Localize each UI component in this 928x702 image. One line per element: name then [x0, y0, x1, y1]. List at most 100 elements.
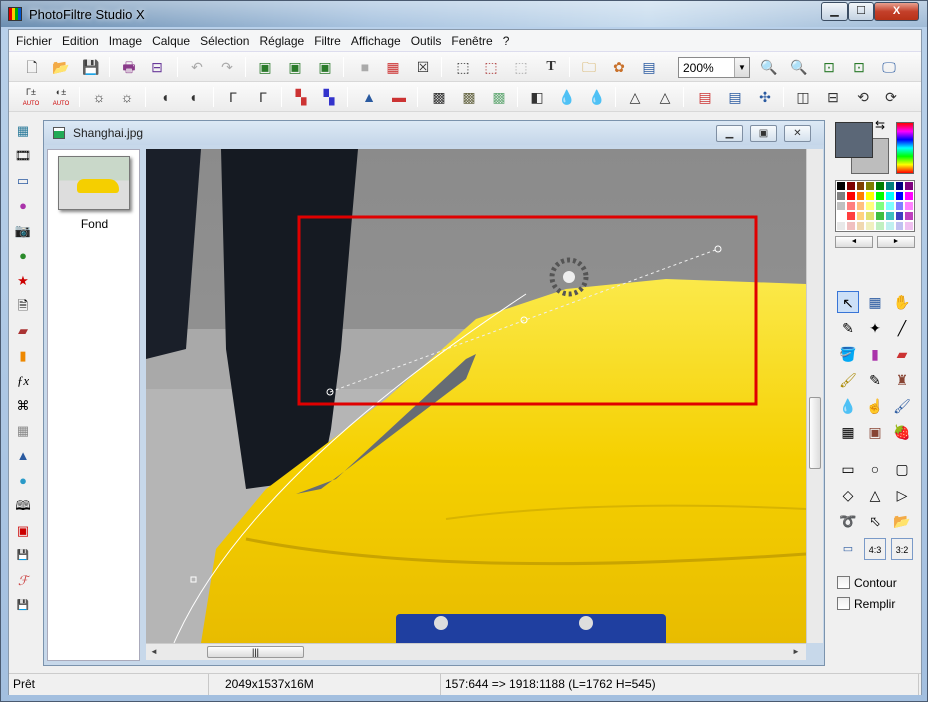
color-filter-icon[interactable]: ▤ [695, 87, 715, 107]
color-palette[interactable] [835, 180, 915, 232]
palette-swatch[interactable] [904, 221, 914, 231]
fit-window-icon[interactable]: ⊡ [849, 57, 869, 77]
explorer-icon[interactable]: 🗀 [579, 57, 599, 77]
gamma-minus-icon[interactable]: Γ [223, 87, 243, 107]
triangle-select-icon[interactable]: △ [864, 484, 886, 506]
view-tool-icon[interactable]: ▦ [864, 291, 886, 313]
hand-tool-icon[interactable]: ✋ [891, 291, 913, 313]
film-icon[interactable]: 🎞 [14, 147, 32, 165]
palette-swatch[interactable] [894, 191, 905, 201]
rotate-right-icon[interactable]: ⟳ [881, 87, 901, 107]
scroll-right-icon[interactable]: ► [792, 647, 800, 656]
contrast-minus-icon[interactable]: ◖ [155, 87, 175, 107]
horizontal-scrollbar[interactable]: ◄ ||| ► [146, 643, 806, 660]
globe-icon[interactable]: ● [14, 247, 32, 265]
menu-help[interactable]: ? [498, 30, 515, 48]
palette-swatch[interactable] [865, 201, 875, 211]
palette-swatch[interactable] [845, 211, 856, 221]
frame-icon[interactable]: ▣ [14, 522, 32, 540]
window-icon[interactable]: ▤ [639, 57, 659, 77]
function-icon[interactable]: ƒx [14, 372, 32, 390]
sepia-icon[interactable]: ▩ [459, 87, 479, 107]
title-bar[interactable]: PhotoFiltre Studio X ▁ ☐ X [1, 1, 927, 27]
scroll-thumb[interactable]: ||| [207, 646, 304, 658]
contour-checkbox[interactable] [837, 576, 850, 589]
monitor-icon[interactable]: ▭ [14, 172, 32, 190]
close-button[interactable]: X [874, 2, 919, 21]
clone-brush-icon[interactable]: 🖌 [891, 395, 913, 417]
new-file-icon[interactable]: 🗋 [22, 57, 42, 77]
camera-icon[interactable]: 📷 [14, 222, 32, 240]
zoom-select[interactable]: 200% ▼ [678, 57, 750, 78]
swap-colors-icon[interactable]: ⇆ [875, 118, 885, 132]
save-2000-icon[interactable]: 💾 [14, 547, 32, 565]
menu-outils[interactable]: Outils [406, 30, 447, 48]
palette-swatch[interactable] [836, 191, 846, 201]
actual-size-icon[interactable]: ⊡ [819, 57, 839, 77]
stamp-icon[interactable]: ♜ [891, 369, 913, 391]
pattern-icon[interactable]: ⌘ [14, 397, 32, 415]
palette-swatch[interactable] [875, 211, 885, 221]
blur-icon[interactable]: 💧 [557, 87, 577, 107]
palette-swatch[interactable] [884, 191, 895, 201]
saturation-plus-icon[interactable]: ▚ [319, 87, 339, 107]
zoom-out-icon[interactable]: 🔍 [789, 57, 809, 77]
palette-swatch[interactable] [875, 221, 885, 231]
palette-swatch[interactable] [875, 181, 885, 191]
magic-wand-icon[interactable]: ✦ [864, 317, 886, 339]
palette-swatch[interactable] [894, 221, 905, 231]
ratio-3-2-icon[interactable]: 3:2 [891, 538, 913, 560]
menu-reglage[interactable]: Réglage [254, 30, 309, 48]
sharpen-more-icon[interactable]: △ [655, 87, 675, 107]
color-spectrum[interactable] [896, 122, 914, 174]
save-icon[interactable]: 💾 [81, 57, 101, 77]
rotate-left-icon[interactable]: ⟲ [853, 87, 873, 107]
palette-swatch[interactable] [836, 211, 846, 221]
dither-icon[interactable]: ▩ [429, 87, 449, 107]
scroll-thumb[interactable] [809, 397, 821, 469]
flip-horizontal-icon[interactable]: ◫ [793, 87, 813, 107]
maximize-button[interactable]: ☐ [848, 2, 874, 21]
open-folder-icon[interactable]: 📂 [51, 57, 71, 77]
doc-minimize-button[interactable]: ▁ [716, 125, 743, 142]
scroll-left-icon[interactable]: ◄ [150, 647, 158, 656]
print-icon[interactable]: 🖶 [119, 57, 139, 77]
effects-icon[interactable]: ✣ [755, 87, 775, 107]
calculator-icon[interactable]: ▦ [14, 122, 32, 140]
palette-swatch[interactable] [865, 211, 875, 221]
lasso-icon[interactable]: ➰ [837, 510, 859, 532]
palette-next-button[interactable]: ► [877, 236, 915, 248]
menu-fenetre[interactable]: Fenêtre [446, 30, 497, 48]
noise-icon[interactable]: ▩ [489, 87, 509, 107]
palette-swatch[interactable] [884, 201, 895, 211]
image-size-icon[interactable]: ⬚ [453, 57, 473, 77]
menu-selection[interactable]: Sélection [195, 30, 254, 48]
note-icon[interactable]: 🗎 [14, 297, 32, 315]
palette-swatch[interactable] [894, 211, 905, 221]
paste-new-icon[interactable]: ▣ [315, 57, 335, 77]
finger-icon[interactable]: ☝ [864, 395, 886, 417]
menu-edition[interactable]: Edition [57, 30, 104, 48]
rounded-rect-select-icon[interactable]: ▢ [891, 458, 913, 480]
advanced-brush-icon[interactable]: ✎ [864, 369, 886, 391]
gamma-plus-icon[interactable]: Γ [253, 87, 273, 107]
spray-icon[interactable]: ▮ [864, 343, 886, 365]
palette-swatch[interactable] [855, 181, 866, 191]
document-title-bar[interactable]: Shanghai.jpg ▁ ▣ ✕ [44, 121, 824, 145]
plugins-icon[interactable]: ✿ [609, 57, 629, 77]
texture-icon[interactable]: ▰ [14, 322, 32, 340]
palette-swatch[interactable] [865, 221, 875, 231]
line-tool-icon[interactable]: ╱ [891, 317, 913, 339]
palette-swatch[interactable] [855, 211, 866, 221]
rectangle-select-icon[interactable]: ▭ [837, 458, 859, 480]
remplir-checkbox[interactable] [837, 597, 850, 610]
book-icon[interactable]: 🕮 [14, 497, 32, 515]
sharpen-icon[interactable]: △ [625, 87, 645, 107]
polygon-select-icon[interactable]: ⬁ [864, 510, 886, 532]
strawberry-icon[interactable]: 🍓 [891, 421, 913, 443]
palette-swatch[interactable] [845, 181, 856, 191]
palette-swatch[interactable] [884, 211, 895, 221]
gradient-icon[interactable]: ▤ [725, 87, 745, 107]
palette-swatch[interactable] [875, 191, 885, 201]
palette-swatch[interactable] [865, 181, 875, 191]
